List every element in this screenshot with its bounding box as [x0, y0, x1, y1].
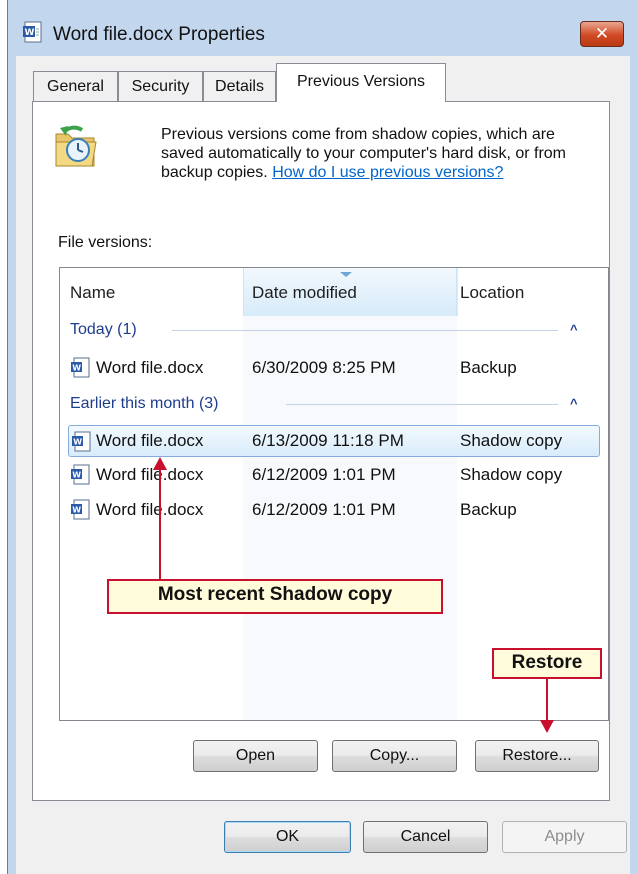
row-location: Shadow copy — [460, 465, 563, 484]
open-button[interactable]: Open — [193, 740, 318, 772]
tab-label: Details — [215, 78, 264, 95]
tab-security[interactable]: Security — [118, 71, 203, 101]
svg-text:W: W — [72, 506, 81, 515]
column-header-date[interactable]: Date modified — [252, 268, 357, 316]
row-name: Word file.docx — [96, 431, 204, 450]
row-date: 6/12/2009 1:01 PM — [252, 500, 396, 519]
svg-text:W: W — [25, 28, 35, 38]
row-date: 6/12/2009 1:01 PM — [252, 465, 396, 484]
chevron-up-icon[interactable]: ^ — [570, 396, 578, 411]
column-header-name[interactable]: Name — [70, 268, 115, 316]
svg-text:W: W — [72, 471, 81, 480]
apply-button: Apply — [502, 821, 627, 853]
row-name: Word file.docx — [96, 465, 204, 484]
word-document-icon: W — [70, 499, 92, 521]
chevron-up-icon[interactable]: ^ — [570, 322, 578, 337]
help-link[interactable]: How do I use previous versions? — [272, 164, 503, 181]
version-row[interactable]: W Word file.docx 6/13/2009 11:18 PM Shad… — [68, 425, 600, 457]
word-document-icon: W — [70, 464, 92, 486]
word-document-icon: W — [70, 357, 92, 379]
callout-restore: Restore — [492, 648, 602, 679]
close-icon: ✕ — [594, 24, 610, 43]
row-location: Backup — [460, 358, 517, 377]
tab-general[interactable]: General — [33, 71, 118, 101]
window-title: Word file.docx Properties — [53, 24, 265, 45]
info-description: Previous versions come from shadow copie… — [161, 125, 581, 182]
restore-button[interactable]: Restore... — [475, 740, 599, 772]
callout-arrow-line — [159, 468, 161, 580]
row-location: Shadow copy — [460, 431, 563, 450]
callout-arrow-head — [540, 720, 554, 733]
group-divider — [172, 330, 558, 331]
group-today[interactable]: Today (1) — [70, 318, 137, 342]
word-document-icon: W — [21, 20, 45, 44]
callout-arrow-line — [546, 679, 548, 723]
tab-details[interactable]: Details — [203, 71, 276, 101]
column-header-location[interactable]: Location — [460, 268, 524, 316]
ok-button[interactable]: OK — [224, 821, 351, 853]
word-document-icon: W — [71, 431, 93, 453]
close-button[interactable]: ✕ — [580, 21, 624, 47]
row-name: Word file.docx — [96, 500, 204, 519]
svg-text:W: W — [72, 364, 81, 373]
svg-text:W: W — [73, 438, 82, 447]
tab-label: General — [47, 78, 104, 95]
group-divider — [286, 404, 558, 405]
tab-label: Security — [131, 78, 190, 95]
version-row[interactable]: W Word file.docx 6/12/2009 1:01 PM Shado… — [68, 459, 600, 491]
row-date: 6/30/2009 8:25 PM — [252, 358, 396, 377]
cancel-button[interactable]: Cancel — [363, 821, 488, 853]
tab-previous-versions[interactable]: Previous Versions — [276, 63, 446, 102]
group-earlier-this-month[interactable]: Earlier this month (3) — [70, 392, 219, 416]
row-date: 6/13/2009 11:18 PM — [252, 431, 404, 450]
folder-clock-icon — [52, 124, 100, 170]
row-name: Word file.docx — [96, 358, 204, 377]
copy-button[interactable]: Copy... — [332, 740, 457, 772]
row-location: Backup — [460, 500, 517, 519]
version-row[interactable]: W Word file.docx 6/12/2009 1:01 PM Backu… — [68, 494, 600, 526]
file-versions-label: File versions: — [58, 234, 153, 251]
tab-label: Previous Versions — [296, 73, 426, 90]
version-row[interactable]: W Word file.docx 6/30/2009 8:25 PM Backu… — [68, 352, 600, 384]
header-divider — [457, 268, 458, 316]
callout-most-recent-shadow-copy: Most recent Shadow copy — [107, 579, 443, 614]
